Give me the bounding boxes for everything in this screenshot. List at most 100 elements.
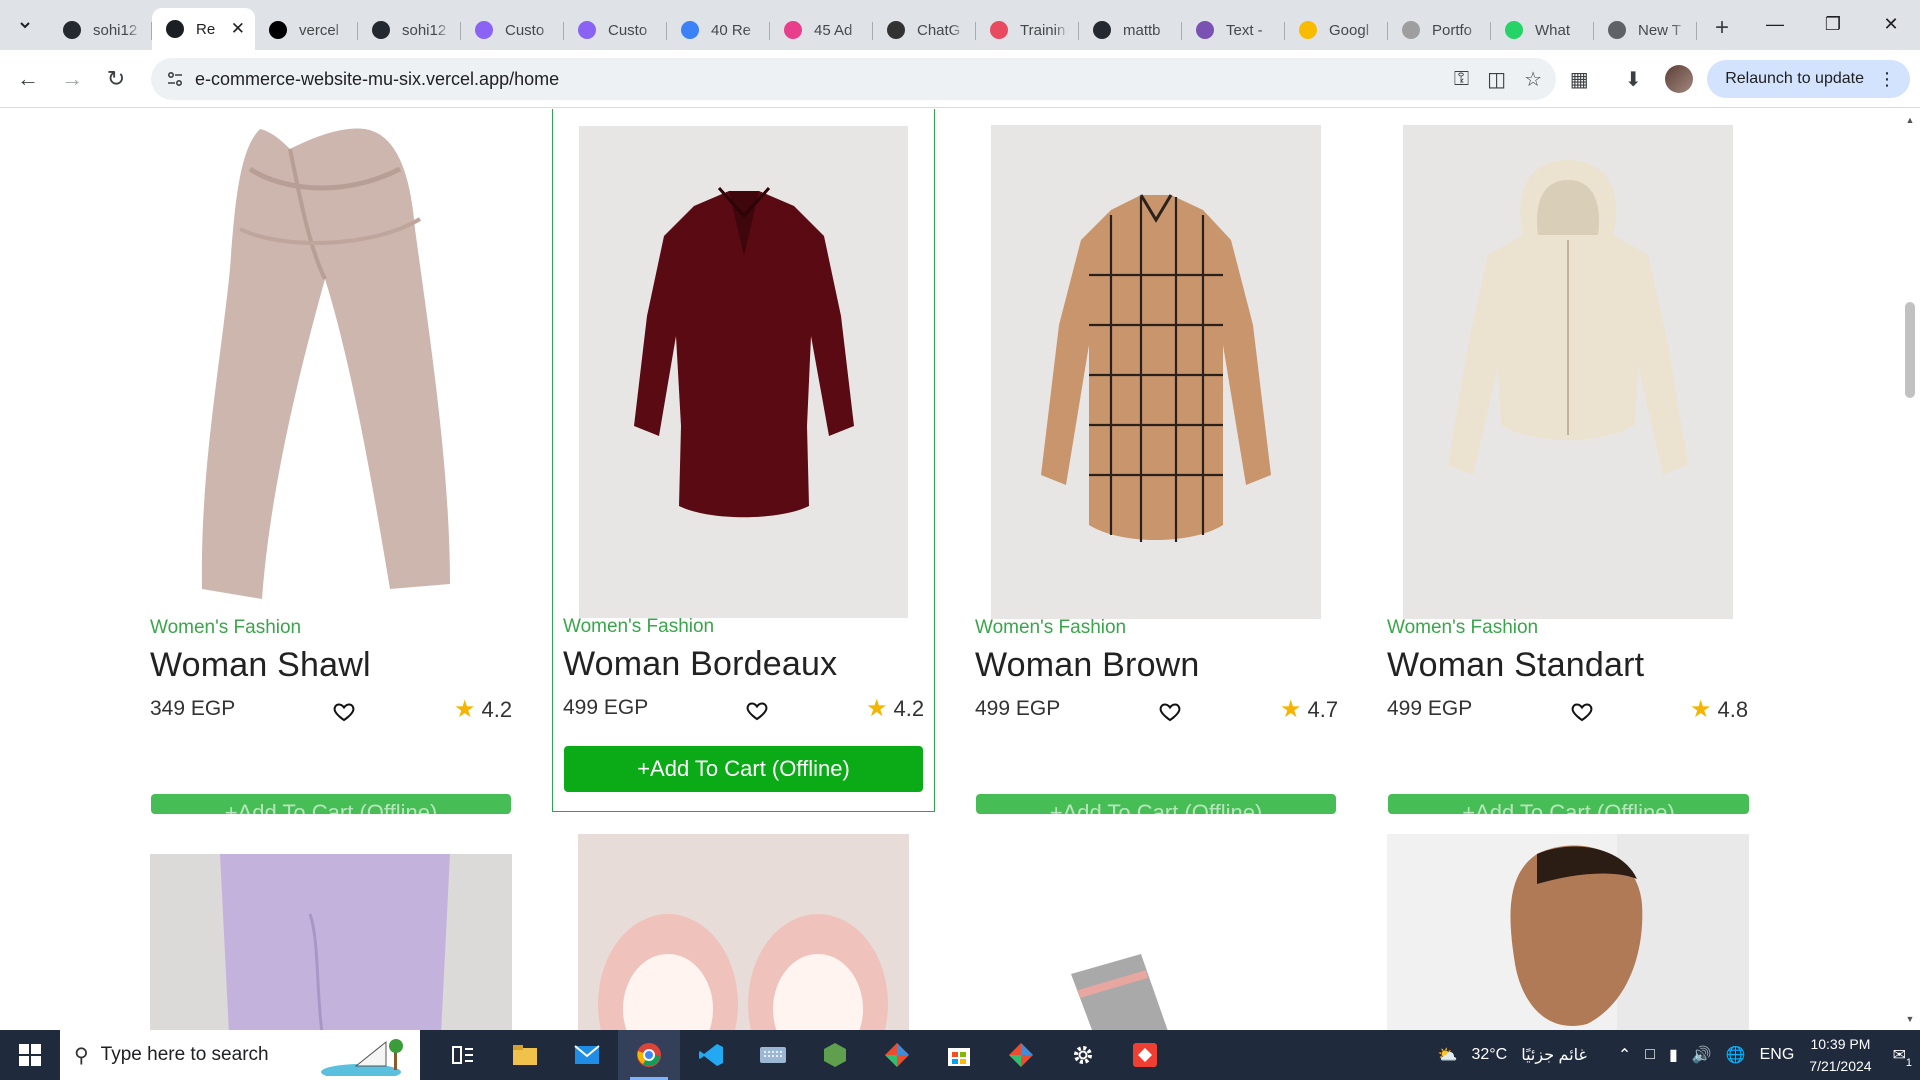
weather-description[interactable]: غائم جزئيًا	[1521, 1045, 1587, 1065]
browser-tab[interactable]: New T	[1594, 10, 1697, 50]
install-app-icon[interactable]: ◫	[1487, 67, 1506, 92]
browser-tab[interactable]: sohi12	[358, 10, 461, 50]
add-to-cart-button[interactable]: +Add To Cart (Offline)	[564, 746, 923, 792]
browser-tab[interactable]: ChatG	[873, 10, 976, 50]
browser-toolbar: ← → ↻ e-commerce-website-mu-six.vercel.a…	[0, 50, 1920, 108]
heart-icon[interactable]	[332, 700, 356, 724]
product-name[interactable]: Woman Standart	[1387, 646, 1644, 685]
chrome-icon[interactable]	[618, 1030, 680, 1080]
add-to-cart-button[interactable]: +Add To Cart (Offline)	[976, 794, 1336, 814]
browser-tab[interactable]: Trainin	[976, 10, 1079, 50]
scroll-thumb[interactable]	[1905, 302, 1915, 398]
tab-search-button[interactable]	[9, 9, 41, 41]
star-icon: ★	[454, 696, 476, 723]
forward-icon[interactable]: →	[50, 57, 94, 101]
address-bar[interactable]: e-commerce-website-mu-six.vercel.app/hom…	[151, 58, 1556, 100]
tab-close-icon[interactable]: ✕	[231, 19, 245, 39]
keyboard-app-icon[interactable]	[742, 1030, 804, 1080]
tab-label: Trainin	[1020, 21, 1066, 39]
socks-image[interactable]	[991, 834, 1322, 1030]
weather-icon[interactable]: ⛅	[1438, 1045, 1458, 1065]
heart-icon[interactable]	[1570, 700, 1594, 724]
git-tool-icon-2[interactable]	[990, 1030, 1052, 1080]
tab-label: Re	[196, 20, 216, 38]
extensions-icon[interactable]: ▦	[1559, 59, 1599, 99]
add-to-cart-button[interactable]: +Add To Cart (Offline)	[151, 794, 511, 814]
taskbar-search-box[interactable]: ⚲ Type here to search	[60, 1030, 420, 1080]
microsoft-store-icon[interactable]	[928, 1030, 990, 1080]
tab-label: sohi12	[93, 21, 138, 39]
scroll-down-icon[interactable]: ▼	[1905, 1014, 1915, 1024]
product-name[interactable]: Woman Shawl	[150, 646, 371, 685]
chevron-up-icon[interactable]: ⌃	[1618, 1045, 1631, 1065]
tab-label: sohi12	[402, 21, 447, 39]
settings-gear-icon[interactable]	[1052, 1030, 1114, 1080]
browser-tab[interactable]: 45 Ad	[770, 10, 873, 50]
file-explorer-icon[interactable]	[494, 1030, 556, 1080]
volume-icon[interactable]: 🔊	[1692, 1045, 1712, 1065]
back-icon[interactable]: ←	[6, 57, 50, 101]
git-tool-icon[interactable]	[866, 1030, 928, 1080]
browser-tab[interactable]: 40 Re	[667, 10, 770, 50]
browser-tab[interactable]: Custo	[461, 10, 564, 50]
product-category: Women's Fashion	[150, 617, 302, 638]
github-icon	[63, 21, 81, 39]
bookmark-star-icon[interactable]: ☆	[1524, 67, 1542, 92]
profile-avatar[interactable]	[1665, 65, 1694, 93]
heart-icon[interactable]	[1158, 700, 1182, 724]
browser-tab[interactable]: Re ✕	[152, 8, 255, 50]
brown-plaid-shirt-image[interactable]	[991, 125, 1321, 619]
system-clock[interactable]: 10:39 PM 7/21/2024	[1809, 1033, 1871, 1077]
browser-tab[interactable]: sohi12	[49, 10, 152, 50]
reload-icon[interactable]: ↻	[94, 57, 138, 101]
minimize-icon[interactable]: —	[1746, 0, 1804, 48]
relaunch-button[interactable]: Relaunch to update ⋮	[1707, 60, 1910, 98]
battery-icon[interactable]: ▮	[1669, 1045, 1678, 1065]
browser-tab[interactable]: Text -	[1182, 10, 1285, 50]
windows-start-icon[interactable]	[0, 1030, 60, 1080]
mail-icon[interactable]	[556, 1030, 618, 1080]
site-info-icon[interactable]	[159, 63, 191, 95]
restore-icon[interactable]: ❐	[1804, 0, 1862, 48]
url-text[interactable]: e-commerce-website-mu-six.vercel.app/hom…	[195, 69, 559, 90]
page-scrollbar[interactable]: ▲ ▼	[1900, 109, 1920, 1030]
lavender-set-image[interactable]	[150, 854, 512, 1030]
product-rating: ★ 4.2	[454, 695, 512, 724]
tab-label: ChatG	[917, 21, 961, 39]
language-indicator[interactable]: ENG	[1760, 1046, 1795, 1064]
vscode-icon[interactable]	[680, 1030, 742, 1080]
man-portrait-image[interactable]	[1387, 834, 1749, 1030]
password-key-icon[interactable]: ⚿	[1454, 68, 1469, 91]
more-menu-icon[interactable]: ⋮	[1878, 69, 1896, 90]
task-view-icon[interactable]	[432, 1030, 494, 1080]
browser-tab[interactable]: Portfo	[1388, 10, 1491, 50]
bordeaux-shirt-image[interactable]	[579, 126, 908, 618]
heart-icon[interactable]	[745, 699, 769, 723]
browser-tab[interactable]: mattb	[1079, 10, 1182, 50]
close-window-icon[interactable]: ✕	[1862, 0, 1920, 48]
product-name[interactable]: Woman Bordeaux	[563, 645, 837, 684]
product-name[interactable]: Woman Brown	[975, 646, 1200, 685]
tab-label: mattb	[1123, 21, 1161, 39]
notification-count: 1	[1905, 1057, 1912, 1069]
browser-tab[interactable]: What	[1491, 10, 1594, 50]
add-to-cart-button[interactable]: +Add To Cart (Offline)	[1388, 794, 1749, 814]
browser-tab[interactable]: vercel	[255, 10, 358, 50]
rating-value: 4.7	[1307, 696, 1339, 722]
download-icon[interactable]: ⬇	[1613, 59, 1653, 99]
weather-temperature[interactable]: 32°C	[1471, 1046, 1507, 1064]
meet-now-icon[interactable]: □	[1645, 1046, 1655, 1064]
slippers-image[interactable]	[578, 834, 909, 1030]
relaunch-label: Relaunch to update	[1725, 70, 1864, 87]
new-tab-button[interactable]: +	[1705, 11, 1739, 45]
notification-center-icon[interactable]: ✉ 1	[1893, 1045, 1912, 1069]
browser-tab[interactable]: Custo	[564, 10, 667, 50]
tab-label: vercel	[299, 21, 340, 39]
anydesk-icon[interactable]	[1114, 1030, 1176, 1080]
scroll-up-icon[interactable]: ▲	[1905, 115, 1915, 125]
browser-tab[interactable]: Googl	[1285, 10, 1388, 50]
shawl-image[interactable]	[150, 109, 512, 603]
globe-network-icon[interactable]: 🌐	[1726, 1045, 1746, 1065]
cream-hoodie-image[interactable]	[1403, 125, 1733, 619]
nodejs-icon[interactable]	[804, 1030, 866, 1080]
